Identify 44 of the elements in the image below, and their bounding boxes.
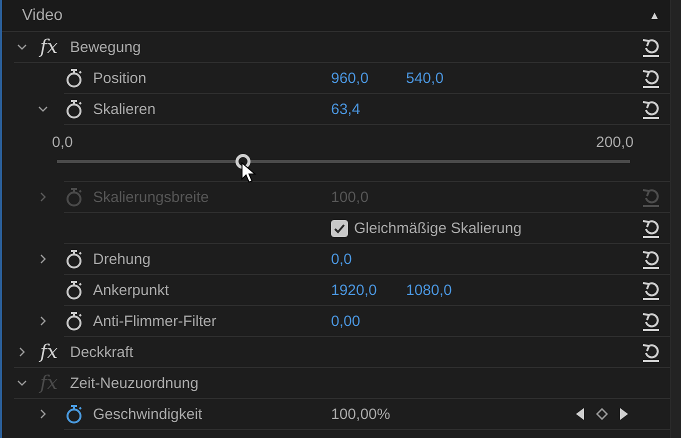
checkbox[interactable] (331, 220, 348, 236)
reset-icon[interactable] (640, 67, 662, 89)
section-title: Video (22, 6, 63, 24)
reset-icon[interactable] (640, 279, 662, 301)
parameter-name: Anti-Flimmer-Filter (93, 312, 216, 330)
effect-name: Zeit-Neuzuordnung (70, 374, 198, 392)
mouse-cursor-icon (240, 162, 257, 184)
parameter-name: Position (93, 70, 146, 86)
reset-icon[interactable] (640, 341, 662, 363)
slider-max-label: 200,0 (596, 134, 634, 151)
parameter-value[interactable]: 960,0 (331, 70, 406, 86)
collapse-button[interactable]: ▲ (649, 10, 660, 22)
stopwatch-icon[interactable] (65, 99, 83, 119)
parameter-name: Skalierungsbreite (93, 188, 209, 206)
fx-toggle[interactable]: fx (40, 36, 70, 58)
reset-icon[interactable] (640, 36, 662, 58)
slider-min-label: 0,0 (52, 134, 73, 151)
reset-icon[interactable] (640, 98, 662, 120)
reset-icon[interactable] (640, 248, 662, 270)
parameter-name: Drehung (93, 250, 151, 268)
parameter-value[interactable]: 540,0 (406, 70, 630, 86)
stopwatch-icon[interactable] (65, 68, 83, 88)
effect-name: Deckkraft (70, 344, 134, 360)
parameter-value[interactable]: 0,0 (331, 250, 406, 268)
stopwatch-icon[interactable] (65, 404, 83, 424)
reset-icon[interactable] (640, 217, 662, 239)
parameter-value[interactable]: 63,4 (331, 100, 406, 118)
next-keyframe-icon[interactable] (620, 408, 628, 420)
parameter-name: Geschwindigkeit (93, 406, 202, 422)
fx-toggle[interactable]: fx (40, 341, 70, 363)
stopwatch-icon[interactable] (65, 280, 83, 300)
previous-keyframe-icon[interactable] (576, 408, 584, 420)
parameter-name: Ankerpunkt (93, 282, 169, 298)
add-keyframe-icon[interactable] (596, 408, 608, 420)
parameter-value[interactable]: 1920,0 (331, 282, 406, 298)
stopwatch-icon[interactable] (65, 311, 83, 331)
parameter-value[interactable]: 0,00 (331, 312, 406, 330)
stopwatch-icon[interactable] (65, 249, 83, 269)
parameter-value[interactable]: 100,00% (331, 406, 406, 422)
parameter-value[interactable]: 1080,0 (406, 282, 630, 298)
reset-icon[interactable] (640, 310, 662, 332)
parameter-name: Skalieren (93, 100, 156, 118)
checkbox-label: Gleichmäßige Skalierung (354, 220, 522, 236)
effect-name: Bewegung (70, 38, 141, 56)
